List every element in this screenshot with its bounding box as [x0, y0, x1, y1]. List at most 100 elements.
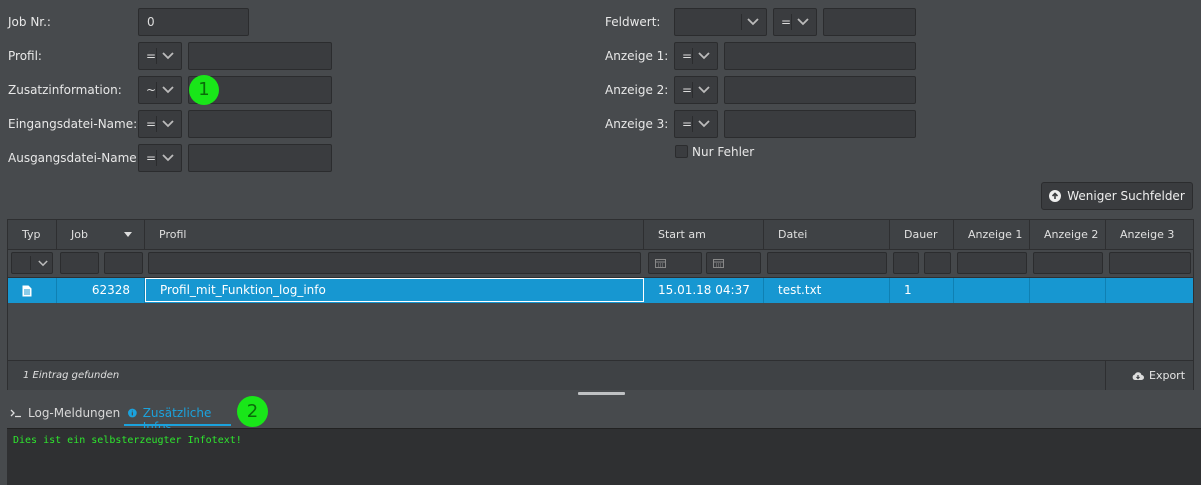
column-header-dauer[interactable]: Dauer [890, 220, 954, 250]
anzeige1-operator-value: = [682, 49, 693, 63]
chevron-down-icon [162, 86, 174, 94]
chevron-down-icon [162, 52, 174, 60]
zusatzinformation-operator-value: ~ [146, 83, 157, 97]
profil-operator-value: = [146, 49, 157, 63]
anzeige2-input[interactable] [724, 76, 916, 104]
tab-zusaetzliche-infos[interactable]: Zusätzliche Infos [124, 406, 231, 434]
row-dauer-cell: 1 [890, 278, 954, 303]
chevron-down-icon [38, 260, 48, 267]
column-header-job[interactable]: Job [57, 220, 145, 250]
row-anzeige1-cell [954, 278, 1030, 303]
zusatzinformation-label: Zusatzinformation: [8, 83, 122, 97]
column-header-datei[interactable]: Datei [764, 220, 890, 250]
start-filter-to[interactable] [706, 252, 761, 274]
row-job-cell: 62328 [57, 278, 145, 303]
chevron-down-icon [698, 52, 710, 60]
console-text: Dies ist ein selbsterzeugter Infotext! [13, 435, 242, 446]
info-icon [128, 408, 137, 418]
row-start-cell: 15.01.18 04:37 [644, 278, 764, 303]
eingangsdatei-label: Eingangsdatei-Name: [8, 117, 138, 131]
chevron-down-icon [698, 120, 710, 128]
anzeige3-operator-value: = [682, 117, 693, 131]
anzeige3-input[interactable] [724, 110, 916, 138]
anzeige2-operator-value: = [682, 83, 693, 97]
nur-fehler-checkbox[interactable] [675, 145, 688, 158]
zusatzinformation-operator-select[interactable]: ~ [138, 76, 182, 104]
column-header-profil[interactable]: Profil [145, 220, 644, 250]
results-table: Typ Job Profil Start am Datei Dauer Anze… [7, 219, 1194, 390]
column-header-anzeige3[interactable]: Anzeige 3 [1106, 220, 1193, 250]
table-row[interactable]: 62328 Profil_mit_Funktion_log_info 15.01… [8, 278, 1193, 303]
filter-row [8, 250, 1193, 278]
column-header-anzeige2[interactable]: Anzeige 2 [1030, 220, 1106, 250]
anzeige3-filter-input[interactable] [1109, 252, 1191, 274]
nur-fehler-label[interactable]: Nur Fehler [692, 145, 754, 159]
eingangsdatei-input[interactable] [188, 110, 332, 138]
arrow-up-circle-icon [1049, 190, 1062, 202]
sort-descending-icon [124, 232, 132, 237]
anzeige2-label: Anzeige 2: [605, 83, 669, 97]
column-header-job-label: Job [71, 228, 88, 241]
row-anzeige3-cell [1106, 278, 1193, 303]
row-typ-cell [8, 278, 57, 303]
start-filter-from[interactable] [648, 252, 702, 274]
anzeige1-filter-input[interactable] [957, 252, 1027, 274]
terminal-icon [10, 409, 21, 418]
job-nr-input[interactable]: 0 [138, 8, 249, 36]
chevron-down-icon [747, 18, 759, 26]
dauer-filter-to[interactable] [924, 252, 951, 274]
column-header-typ[interactable]: Typ [8, 220, 57, 250]
weniger-suchfelder-label: Weniger Suchfelder [1067, 189, 1185, 203]
table-header: Typ Job Profil Start am Datei Dauer Anze… [8, 220, 1193, 250]
profil-input[interactable] [188, 42, 332, 70]
document-icon [22, 285, 32, 297]
feldwert-label: Feldwert: [605, 15, 661, 29]
export-button[interactable]: Export [1132, 369, 1185, 382]
chevron-down-icon [162, 120, 174, 128]
tab-log-meldungen[interactable]: Log-Meldungen [10, 406, 120, 426]
chevron-down-icon [797, 18, 809, 26]
annotation-marker-2: 2 [237, 396, 268, 427]
ausgangsdatei-operator-select[interactable]: = [138, 144, 182, 172]
anzeige3-operator-select[interactable]: = [674, 110, 718, 138]
info-console: Dies ist ein selbsterzeugter Infotext! [7, 428, 1201, 485]
anzeige1-input[interactable] [724, 42, 916, 70]
eingangsdatei-operator-value: = [146, 117, 157, 131]
weniger-suchfelder-button[interactable]: Weniger Suchfelder [1041, 182, 1193, 210]
chevron-down-icon [162, 154, 174, 162]
annotation-marker-1: 1 [189, 75, 219, 105]
row-datei-cell: test.txt [764, 278, 890, 303]
tab-zusaetzliche-infos-label: Zusätzliche Infos [142, 406, 212, 434]
row-anzeige2-cell [1030, 278, 1106, 303]
column-header-start-am[interactable]: Start am [644, 220, 764, 250]
anzeige2-operator-select[interactable]: = [674, 76, 718, 104]
job-filter-from[interactable] [60, 252, 99, 274]
job-filter-to[interactable] [104, 252, 143, 274]
anzeige2-filter-input[interactable] [1033, 252, 1103, 274]
anzeige1-label: Anzeige 1: [605, 49, 669, 63]
ausgangsdatei-input[interactable] [188, 144, 332, 172]
profil-filter-input[interactable] [148, 252, 641, 274]
row-profil-cell[interactable]: Profil_mit_Funktion_log_info [145, 278, 644, 302]
tab-log-meldungen-label: Log-Meldungen [28, 406, 121, 420]
feldwert-field-select[interactable] [674, 8, 767, 36]
dauer-filter-from[interactable] [893, 252, 919, 274]
splitter-handle[interactable] [578, 392, 625, 395]
typ-filter-select[interactable] [11, 252, 53, 274]
table-footer: 1 Eintrag gefunden Export [8, 360, 1193, 390]
cloud-download-icon [1132, 371, 1144, 380]
feldwert-input[interactable] [823, 8, 916, 36]
ausgangsdatei-label: Ausgangsdatei-Name: [8, 151, 141, 165]
ausgangsdatei-operator-value: = [146, 151, 157, 165]
anzeige1-operator-select[interactable]: = [674, 42, 718, 70]
profil-operator-select[interactable]: = [138, 42, 182, 70]
column-header-anzeige1[interactable]: Anzeige 1 [954, 220, 1030, 250]
eingangsdatei-operator-select[interactable]: = [138, 110, 182, 138]
job-nr-label: Job Nr.: [8, 15, 51, 29]
anzeige3-label: Anzeige 3: [605, 117, 669, 131]
calendar-icon [655, 259, 666, 268]
feldwert-operator-select[interactable]: = [773, 8, 817, 36]
datei-filter-input[interactable] [767, 252, 887, 274]
calendar-icon [713, 259, 724, 268]
export-label: Export [1149, 369, 1186, 382]
